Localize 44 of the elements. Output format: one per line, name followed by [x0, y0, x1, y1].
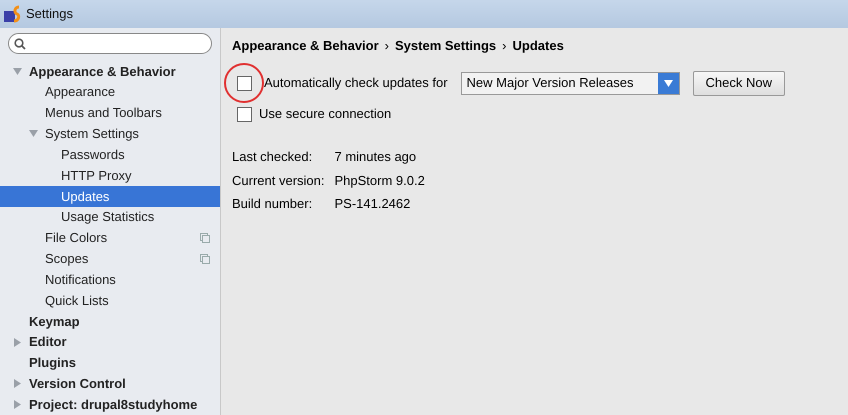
tree-item[interactable]: HTTP Proxy — [0, 165, 220, 186]
info-value: 7 minutes ago — [334, 148, 418, 166]
breadcrumb-separator: › — [384, 36, 390, 55]
breadcrumb-item: Updates — [512, 36, 564, 55]
tree-item[interactable]: Updates — [0, 186, 220, 207]
version-dropdown[interactable]: New Major Version Releases — [460, 72, 680, 94]
app-icon — [4, 5, 21, 23]
info-value: PS-141.2462 — [334, 195, 412, 213]
tree-item[interactable]: Menus and Toolbars — [0, 102, 220, 124]
breadcrumb-item: Appearance & Behavior — [232, 36, 379, 55]
checkbox-label: Use secure connection — [259, 105, 392, 124]
checkbox[interactable] — [237, 76, 252, 90]
check-now-button[interactable]: Check Now — [692, 70, 786, 96]
tree-item[interactable]: Version Control — [0, 373, 220, 394]
breadcrumb-item: System Settings — [395, 36, 496, 55]
tree-item[interactable]: File Colors — [0, 228, 220, 248]
tree-item[interactable]: Passwords — [0, 144, 220, 166]
tree-item[interactable]: Usage Statistics — [0, 206, 220, 228]
tree-item[interactable]: Quick Lists — [0, 290, 220, 311]
window-title: Settings — [26, 5, 73, 24]
tree-item[interactable]: System Settings — [0, 123, 220, 144]
collapsed-arrow-icon[interactable] — [13, 379, 22, 388]
tree-item[interactable]: Appearance — [0, 82, 220, 103]
info-value: PhpStorm 9.0.2 — [334, 172, 425, 190]
search-icon — [14, 38, 26, 50]
dropdown-arrow-icon — [664, 80, 673, 86]
info-label: Build number: — [232, 195, 314, 213]
tree-item[interactable]: Appearance & Behavior — [0, 61, 220, 82]
collapsed-arrow-icon[interactable] — [13, 338, 22, 347]
checkbox-label: Automatically check updates for — [264, 74, 448, 92]
expanded-arrow-icon[interactable] — [29, 129, 38, 138]
search-field[interactable] — [8, 33, 212, 54]
info-label: Current version: — [232, 172, 324, 190]
tree-item[interactable]: Project: drupal8studyhome — [0, 394, 220, 415]
info-label: Last checked: — [232, 148, 314, 166]
tree-item[interactable]: Notifications — [0, 269, 220, 290]
tree-item[interactable]: Editor — [0, 332, 220, 353]
checkbox[interactable] — [237, 106, 252, 122]
tree-item[interactable]: Plugins — [0, 352, 220, 374]
tree-item[interactable]: Keymap — [0, 310, 220, 332]
breadcrumb-separator: › — [502, 36, 507, 55]
tree-item[interactable]: Scopes — [0, 248, 220, 270]
expanded-arrow-icon[interactable] — [13, 67, 22, 76]
collapsed-arrow-icon[interactable] — [13, 400, 22, 410]
